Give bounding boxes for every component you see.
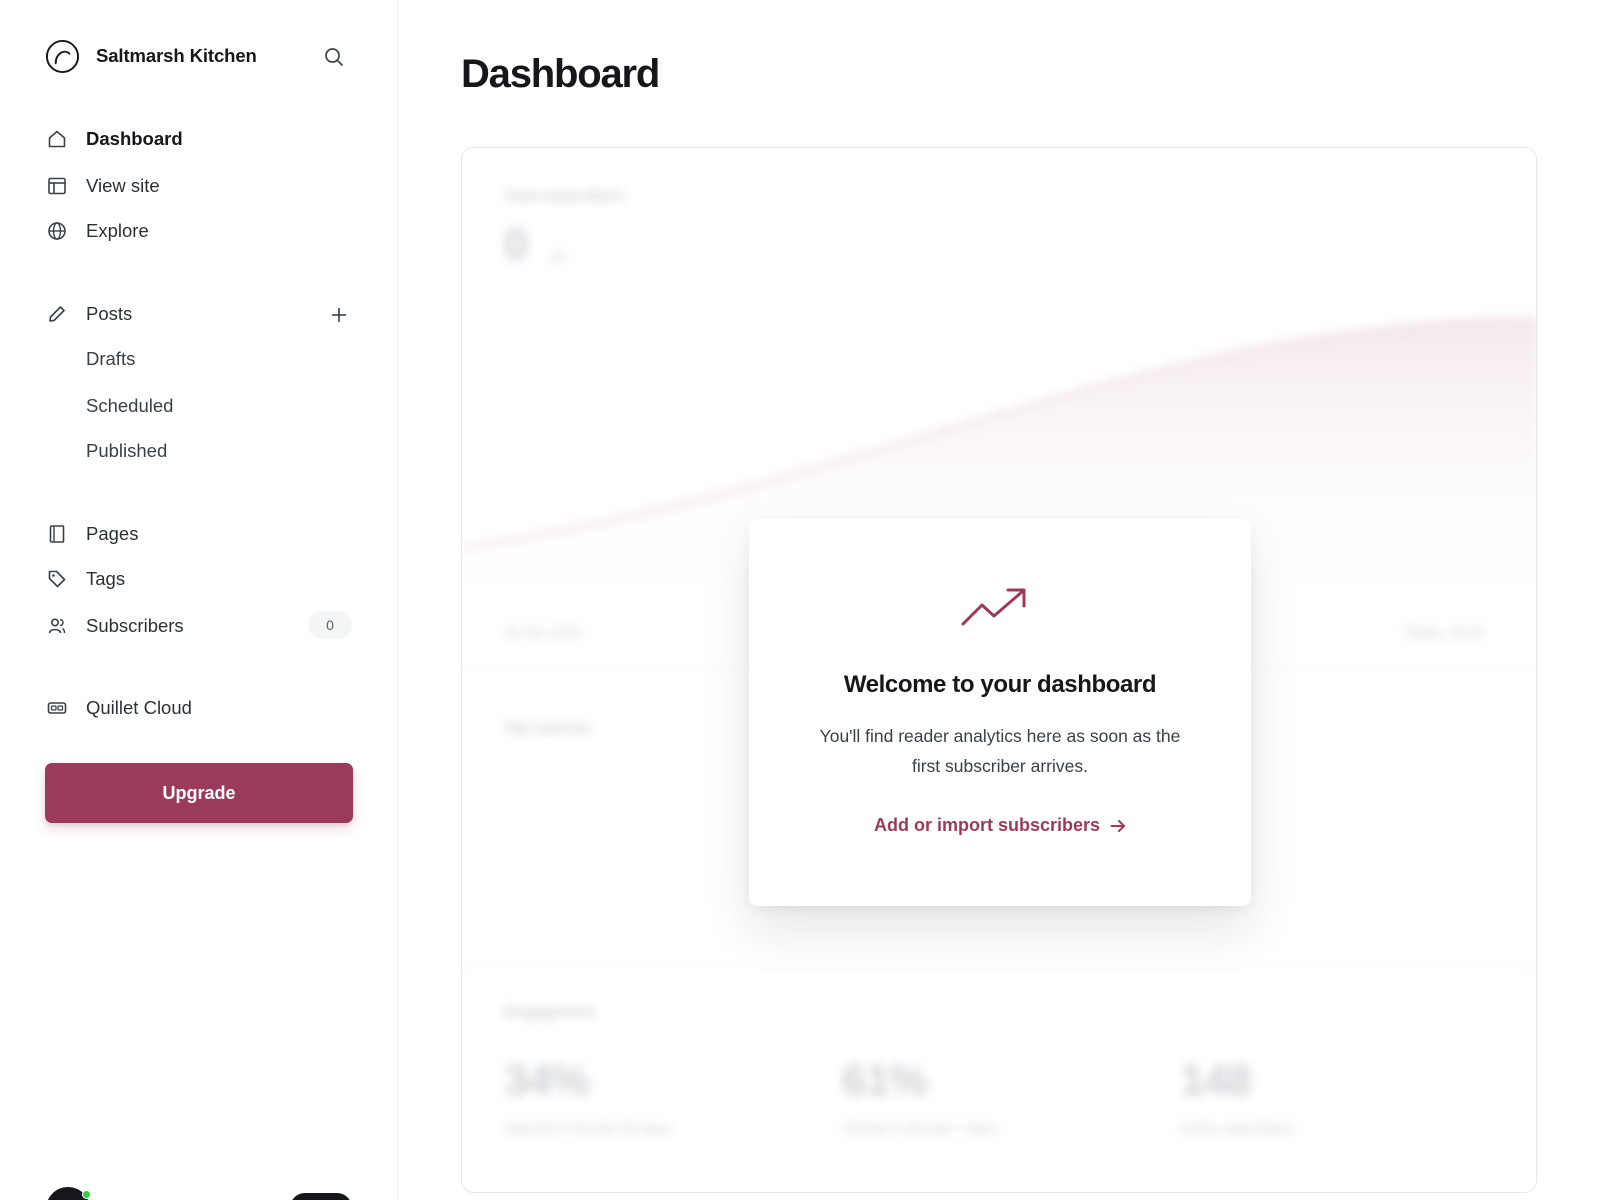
sidebar-item-label: Pages	[86, 523, 139, 544]
arrow-right-icon	[1110, 818, 1126, 834]
sidebar-item-scheduled[interactable]: Scheduled	[86, 391, 173, 421]
metric-label: Active subscribers	[1180, 1120, 1294, 1136]
metric-label: Opened in the last 30 days	[504, 1120, 671, 1136]
trend-up-icon	[961, 588, 1026, 626]
metric-label: Clicked in the last 7 days	[842, 1120, 997, 1136]
sidebar-item-published[interactable]: Published	[86, 436, 167, 466]
plus-icon	[332, 308, 346, 322]
sidebar-item-quillet-cloud[interactable]: Quillet Cloud	[45, 692, 192, 724]
brand-name: Saltmarsh Kitchen	[96, 45, 257, 66]
new-post-button[interactable]	[326, 302, 352, 328]
sidebar-item-label: Tags	[86, 568, 126, 589]
sidebar-item-label: Quillet Cloud	[86, 697, 192, 718]
total-subscribers-unit: all	[550, 248, 565, 264]
welcome-title: Welcome to your dashboard	[843, 671, 1157, 698]
page-title: Dashboard	[461, 52, 660, 96]
globe-icon	[45, 219, 69, 243]
users-icon	[45, 614, 69, 638]
add-subscribers-link[interactable]: Add or import subscribers	[749, 815, 1251, 836]
metric-value: 148	[1180, 1056, 1251, 1105]
metric-value: 34%	[504, 1056, 590, 1105]
sidebar-item-explore[interactable]: Explore	[45, 215, 149, 247]
sidebar-item-pages[interactable]: Pages	[45, 518, 138, 550]
home-icon	[45, 127, 69, 151]
welcome-text: You'll find reader analytics here as soo…	[819, 726, 1181, 776]
upgrade-button[interactable]: Upgrade	[45, 763, 353, 823]
chart-start-date: 16 Jan 2025	[504, 624, 582, 640]
metric-value: 61%	[842, 1056, 928, 1105]
top-sources-label: Top sources	[504, 720, 591, 737]
sidebar-item-label: Explore	[86, 220, 149, 241]
welcome-dialog: Welcome to your dashboard You'll find re…	[749, 519, 1251, 906]
search-button[interactable]	[321, 44, 347, 70]
add-subscribers-link-label: Add or import subscribers	[873, 815, 1101, 835]
sidebar-item-label: Dashboard	[86, 128, 183, 149]
search-icon	[325, 48, 343, 66]
divider	[462, 966, 1536, 967]
brand[interactable]: Saltmarsh Kitchen	[45, 38, 257, 74]
total-subscribers-value: 0	[504, 220, 529, 269]
cloud-box-icon	[45, 696, 69, 720]
sidebar-item-label: View site	[86, 175, 160, 196]
subscribers-count-badge: 0	[308, 611, 352, 639]
total-subscribers-label: Total subscribers	[504, 188, 625, 205]
sidebar-item-posts[interactable]: Posts	[45, 298, 132, 330]
sidebar-item-label: Subscribers	[86, 615, 184, 636]
sidebar-item-view-site[interactable]: View site	[45, 170, 160, 202]
circle-arc-logo-icon	[45, 39, 80, 73]
engagement-label: Engagement	[504, 1004, 595, 1021]
online-status-dot	[82, 1190, 91, 1199]
page-icon	[45, 522, 69, 546]
sidebar-item-dashboard[interactable]: Dashboard	[45, 123, 183, 155]
tag-icon	[45, 567, 69, 591]
chart-end-date: Today, 16:44	[1404, 624, 1484, 640]
theme-toggle[interactable]	[290, 1193, 352, 1200]
layout-icon	[45, 174, 69, 198]
sidebar-item-label: Posts	[86, 303, 133, 324]
sidebar-item-drafts[interactable]: Drafts	[86, 344, 135, 374]
sidebar-item-tags[interactable]: Tags	[45, 563, 125, 595]
pencil-icon	[45, 302, 69, 326]
sidebar: Saltmarsh Kitchen Dashboard View site Ex…	[0, 0, 398, 1200]
sidebar-item-subscribers[interactable]: Subscribers	[45, 610, 184, 642]
